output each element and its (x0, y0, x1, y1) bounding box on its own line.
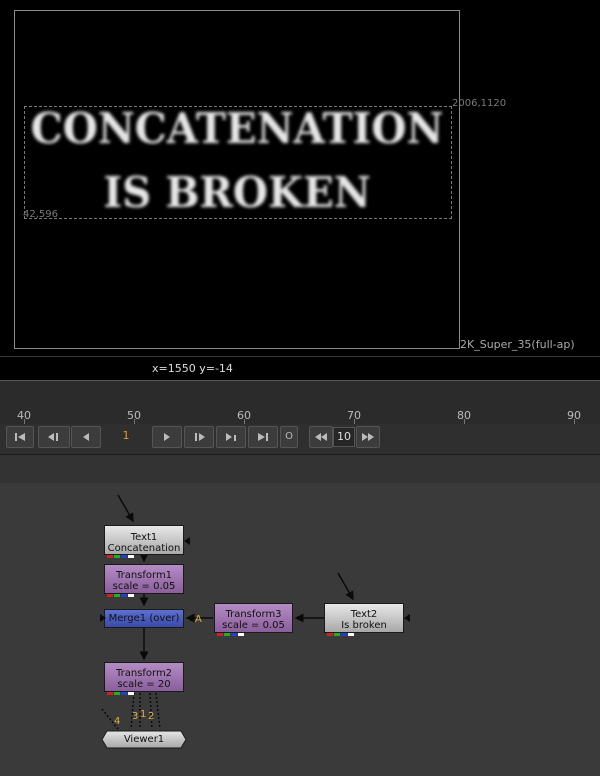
next-keyframe-button[interactable] (184, 426, 214, 448)
channel-chips (327, 628, 355, 636)
go-to-start-icon (15, 433, 25, 441)
node-transform2[interactable]: Transform2 scale = 20 (104, 662, 184, 695)
play-forward-button[interactable] (152, 426, 182, 448)
rendered-text-line-2: IS BROKEN (103, 168, 371, 217)
go-to-end-icon (258, 433, 268, 441)
timeline-tick-label: 50 (127, 409, 141, 422)
timeline-tick-label: 90 (567, 409, 581, 422)
go-to-start-button[interactable] (6, 426, 34, 448)
step-forward-button[interactable] (216, 426, 246, 448)
node-title: Text1 (130, 532, 158, 543)
node-title: Text2 (350, 609, 378, 620)
cursor-coordinates: x=1550 y=-14 (152, 362, 233, 375)
rewind-icon (315, 433, 327, 441)
node-title: Transform1 (115, 570, 173, 581)
play-icon (164, 433, 170, 441)
fast-forward-icon (362, 433, 374, 441)
viewer-input-1-label: 1 (140, 709, 147, 720)
next-keyframe-icon (195, 433, 205, 441)
timeline-tick-label: 40 (17, 409, 31, 422)
node-connections (101, 494, 354, 730)
channel-chips (107, 589, 135, 597)
node-merge1[interactable]: Merge1 (over) (104, 609, 184, 628)
current-frame-field[interactable]: 1 (104, 427, 148, 445)
step-forward-icon (226, 433, 236, 441)
rewind-increment-button[interactable] (309, 426, 333, 448)
merge-input-arrow-icon (100, 614, 106, 622)
merge-input-a-label: A (195, 614, 202, 625)
node-text1[interactable]: Text1 Concatenation (104, 525, 184, 558)
channel-chips (107, 550, 135, 558)
viewer-info-bar: x=1550 y=-14 (0, 356, 600, 381)
panel-divider (0, 455, 600, 483)
go-to-end-button[interactable] (248, 426, 278, 448)
previous-keyframe-icon (48, 433, 58, 441)
step-back-button[interactable] (71, 426, 101, 448)
node-text2[interactable]: Text2 Is broken (324, 603, 404, 636)
channel-chips (217, 628, 245, 636)
step-back-icon (83, 433, 89, 441)
node-title: Transform2 (115, 668, 173, 679)
node-transform3[interactable]: Transform3 scale = 0.05 (214, 603, 293, 636)
mask-input-arrow-icon (404, 614, 410, 622)
rendered-text-line-1: CONCATENATION (30, 104, 444, 153)
timeline-tick-label: 60 (237, 409, 251, 422)
viewer-panel[interactable]: 2006,1120 42,596 CONCATENATION IS BROKEN… (0, 0, 600, 356)
viewer-input-4-label: 4 (114, 716, 121, 727)
in-out-button[interactable]: O (280, 426, 298, 448)
node-graph[interactable]: Text1 Concatenation Transform1 scale = 0… (0, 483, 600, 776)
transport-controls: 1 O 10 (0, 424, 600, 455)
forward-increment-button[interactable] (356, 426, 380, 448)
node-transform1[interactable]: Transform1 scale = 0.05 (104, 564, 184, 597)
viewer-input-2-label: 2 (148, 711, 155, 722)
node-viewer1[interactable]: Viewer1 (101, 734, 187, 745)
timeline-tick-label: 70 (347, 409, 361, 422)
frame-increment-field[interactable]: 10 (333, 427, 355, 447)
timeline-ruler[interactable]: 40 50 60 70 80 90 (0, 380, 600, 425)
channel-chips (107, 687, 135, 695)
previous-keyframe-button[interactable] (38, 426, 70, 448)
mask-input-arrow-icon (184, 537, 190, 545)
viewer-input-3-label: 3 (132, 711, 139, 722)
timeline-tick-label: 80 (457, 409, 471, 422)
node-title: Transform3 (225, 609, 282, 620)
format-label: 2K_Super_35(full-ap) (460, 338, 575, 351)
node-title: Merge1 (over) (108, 613, 180, 624)
